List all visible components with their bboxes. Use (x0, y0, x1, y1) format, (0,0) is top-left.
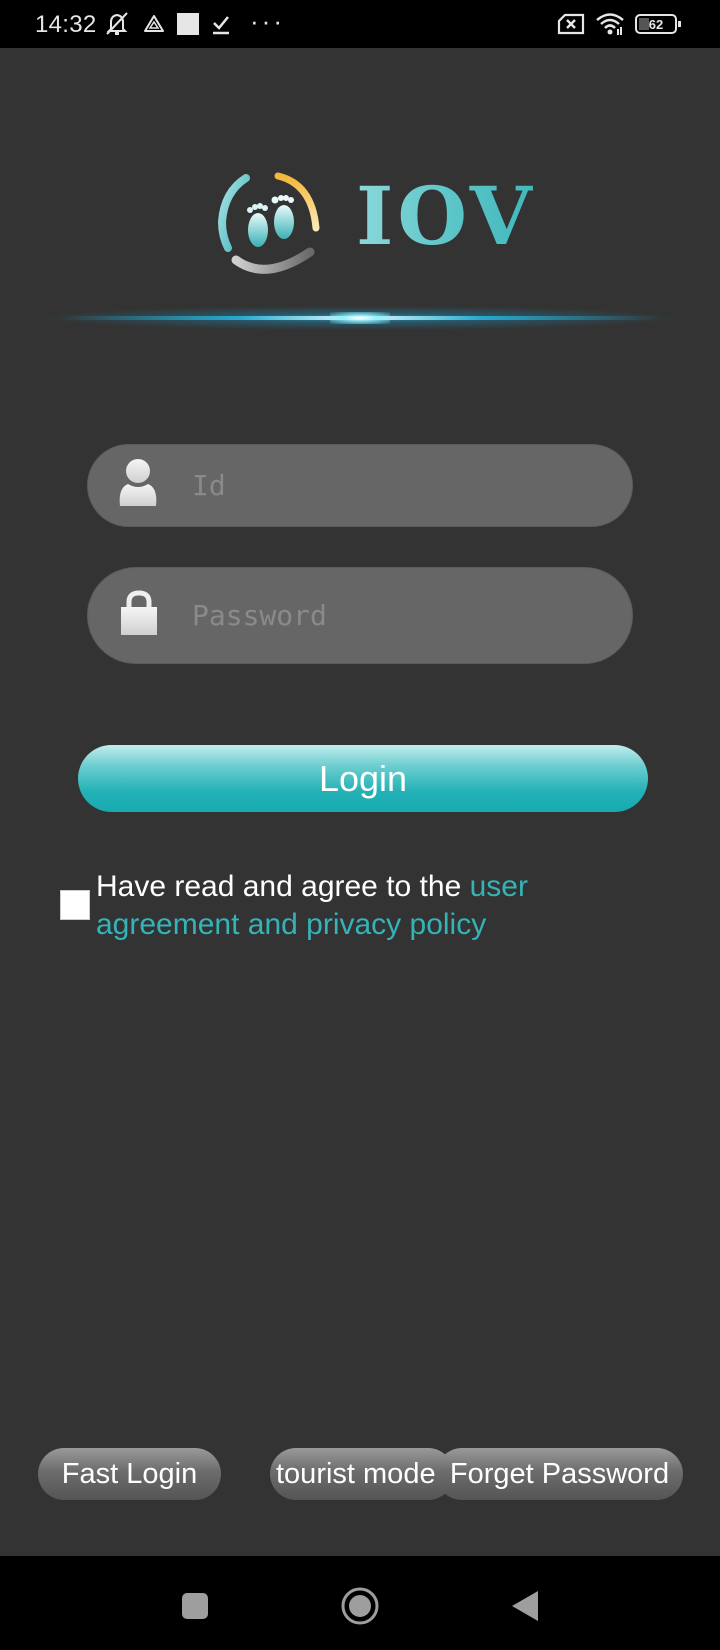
password-input[interactable] (192, 568, 602, 663)
agreement-prefix: Have read and agree to the (96, 870, 470, 903)
back-button[interactable] (505, 1586, 545, 1626)
back-icon (512, 1591, 538, 1621)
recents-button[interactable] (175, 1586, 215, 1626)
id-field[interactable] (87, 444, 633, 527)
tourist-mode-button[interactable]: tourist mode (270, 1448, 454, 1500)
user-icon (116, 458, 160, 513)
login-button[interactable]: Login (78, 745, 648, 812)
status-bar: 14:32 ··· 62 (0, 0, 720, 48)
home-icon (341, 1587, 379, 1625)
bell-off-icon (102, 11, 132, 37)
agreement-checkbox[interactable] (60, 890, 90, 920)
app-logo-text: IOV (356, 169, 536, 263)
wifi-icon (594, 11, 626, 37)
agreement-text: Have read and agree to the user agreemen… (96, 868, 616, 944)
home-button[interactable] (340, 1586, 380, 1626)
recents-icon (182, 1593, 208, 1619)
status-time: 14:32 (35, 11, 97, 38)
drive-icon (142, 11, 166, 37)
lock-icon (120, 590, 158, 641)
navigation-bar (0, 1556, 720, 1650)
app-logo-icon (216, 170, 330, 280)
glow-divider-spot (330, 312, 390, 324)
fast-login-button[interactable]: Fast Login (38, 1448, 221, 1500)
battery-level: 62 (649, 17, 663, 32)
overflow-dots-icon: ··· (250, 6, 285, 36)
login-screen: IOV Login Have read and agree to the use… (0, 48, 720, 1556)
sim-off-icon (556, 11, 586, 37)
password-field[interactable] (87, 567, 633, 664)
square-app-icon (176, 11, 200, 37)
battery-icon: 62 (634, 11, 682, 37)
id-input[interactable] (192, 445, 602, 526)
check-download-icon (210, 11, 232, 37)
forget-password-button[interactable]: Forget Password (436, 1448, 683, 1500)
